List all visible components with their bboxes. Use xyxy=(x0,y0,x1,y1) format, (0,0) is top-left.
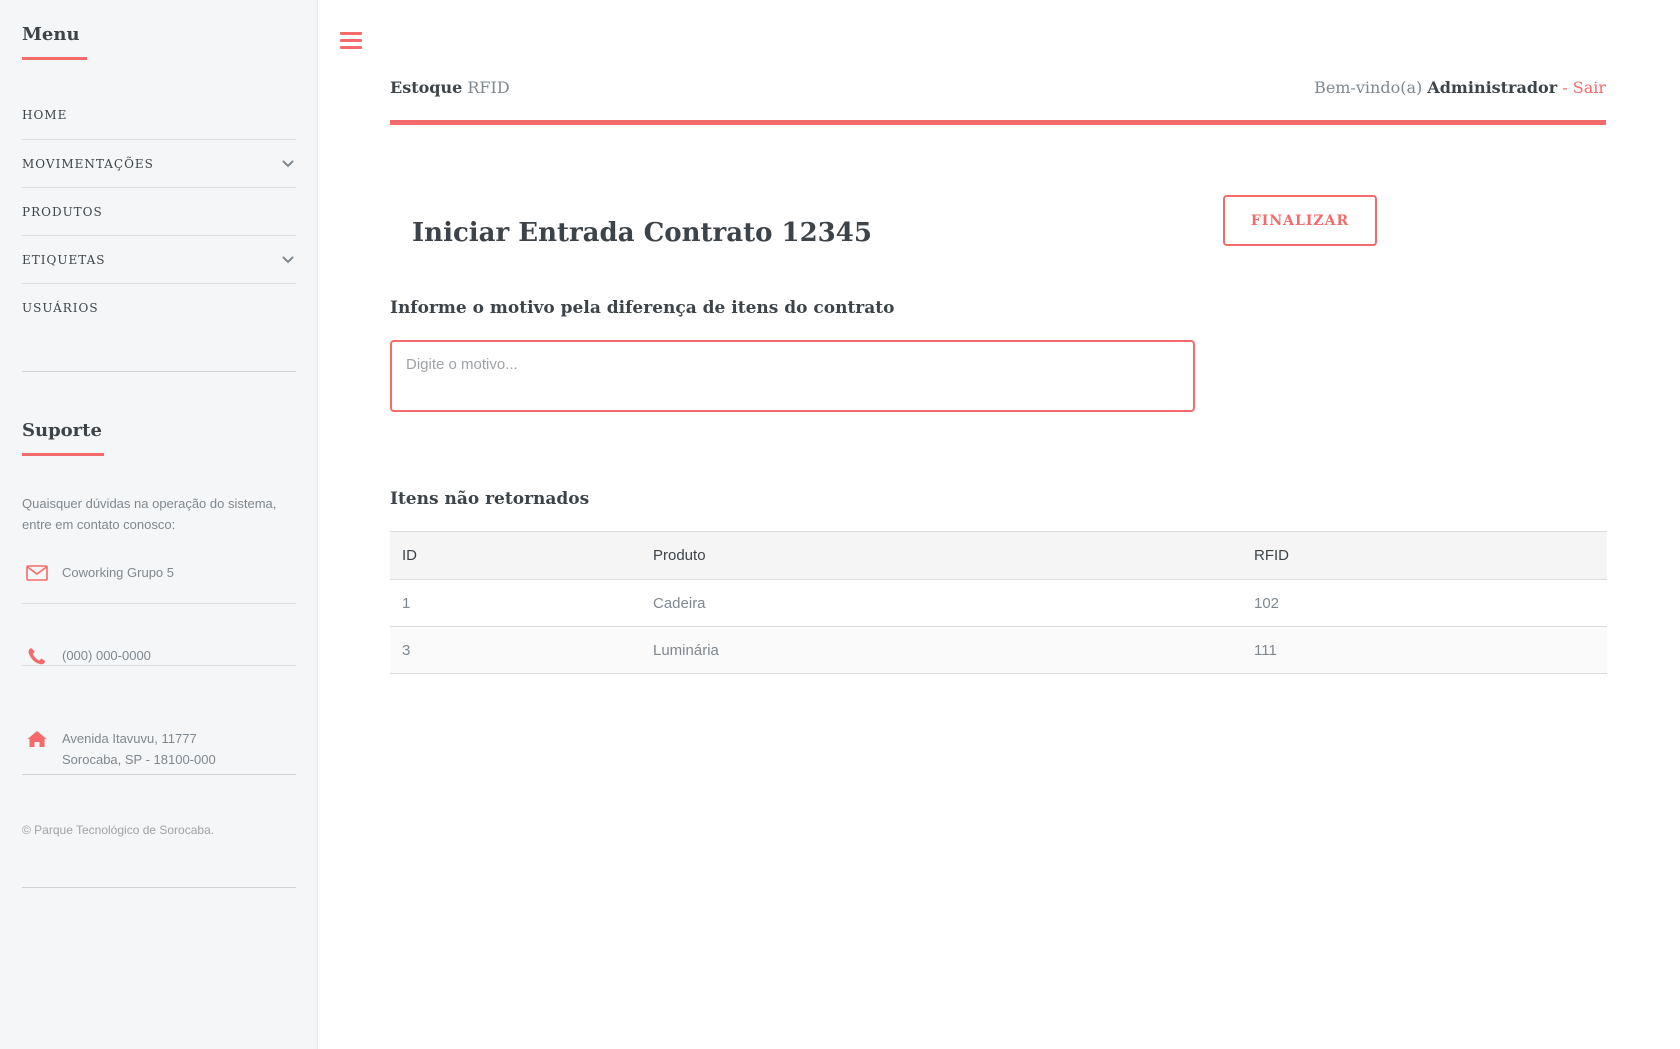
welcome-text: Bem-vindo(a) xyxy=(1314,78,1423,97)
chevron-down-icon xyxy=(282,159,294,167)
support-title: Suporte xyxy=(22,420,102,441)
cell-id: 3 xyxy=(390,626,641,674)
sidebar-menu: HOME MOVIMENTAÇÕES PRODUTOS ETIQUETAS US… xyxy=(22,91,296,331)
logout-link[interactable]: Sair xyxy=(1573,78,1606,97)
column-header-id: ID xyxy=(390,531,641,580)
reason-label: Informe o motivo pela diferença de itens… xyxy=(390,298,895,318)
brand-logo[interactable]: Estoque RFID xyxy=(390,78,510,97)
items-table: ID Produto RFID 1 Cadeira 102 3 Luminári… xyxy=(390,531,1607,674)
sidebar-item-usuarios[interactable]: USUÁRIOS xyxy=(22,283,296,331)
sidebar-divider xyxy=(22,371,296,372)
cell-id: 1 xyxy=(390,579,641,627)
chevron-down-icon xyxy=(282,255,294,263)
column-header-produto: Produto xyxy=(641,531,1242,580)
contact-address-line1: Avenida Itavuvu, 11777 xyxy=(62,731,197,746)
table-header-row: ID Produto RFID xyxy=(390,531,1607,580)
cell-rfid: 111 xyxy=(1242,626,1607,674)
contact-phone: (000) 000-0000 xyxy=(22,645,296,666)
sidebar-divider xyxy=(22,774,296,775)
phone-icon xyxy=(28,648,45,665)
brand-light: RFID xyxy=(467,78,510,97)
menu-toggle-icon[interactable] xyxy=(340,32,362,52)
brand-bold: Estoque xyxy=(390,78,463,97)
contact-divider xyxy=(22,665,296,666)
sidebar-item-etiquetas[interactable]: ETIQUETAS xyxy=(22,235,296,283)
support-text: Quaisquer dúvidas na operação do sistema… xyxy=(22,496,277,532)
sidebar-divider xyxy=(22,887,296,888)
support-title-underline xyxy=(22,453,104,456)
menu-title-underline xyxy=(22,57,87,60)
contact-email-text: Coworking Grupo 5 xyxy=(62,565,174,580)
page-header: Estoque RFID Bem-vindo(a) Administrador … xyxy=(390,74,1606,125)
sidebar-item-home[interactable]: HOME xyxy=(22,91,296,139)
contact-address: Avenida Itavuvu, 11777 Sorocaba, SP - 18… xyxy=(22,728,296,770)
sidebar: Menu HOME MOVIMENTAÇÕES PRODUTOS ETIQUET… xyxy=(0,0,318,1049)
contact-address-line2: Sorocaba, SP - 18100-000 xyxy=(62,752,216,767)
page-title: Iniciar Entrada Contrato 12345 xyxy=(412,218,872,248)
cell-produto: Cadeira xyxy=(641,579,1242,627)
sidebar-item-label: HOME xyxy=(22,108,68,122)
contact-divider xyxy=(22,603,296,604)
sidebar-item-movimentacoes[interactable]: MOVIMENTAÇÕES xyxy=(22,139,296,187)
logout-separator: - xyxy=(1562,78,1568,97)
user-name: Administrador xyxy=(1427,78,1558,97)
menu-section: Menu xyxy=(22,24,296,60)
contact-email: Coworking Grupo 5 xyxy=(22,562,296,583)
sidebar-item-label: USUÁRIOS xyxy=(22,300,99,315)
table-row: 3 Luminária 111 xyxy=(390,626,1607,674)
finalize-button[interactable]: FINALIZAR xyxy=(1223,195,1377,246)
cell-rfid: 102 xyxy=(1242,579,1607,627)
home-icon xyxy=(27,731,47,747)
sidebar-item-label: MOVIMENTAÇÕES xyxy=(22,156,154,171)
contact-phone-text: (000) 000-0000 xyxy=(62,648,151,663)
sidebar-item-label: PRODUTOS xyxy=(22,204,103,219)
envelope-icon xyxy=(26,565,48,581)
column-header-rfid: RFID xyxy=(1242,531,1607,580)
welcome-message: Bem-vindo(a) Administrador - Sair xyxy=(1314,78,1606,97)
sidebar-item-produtos[interactable]: PRODUTOS xyxy=(22,187,296,235)
support-section: Suporte xyxy=(22,420,296,456)
copyright: © Parque Tecnológico de Sorocaba. xyxy=(22,823,215,837)
table-title: Itens não retornados xyxy=(390,489,590,509)
table-row: 1 Cadeira 102 xyxy=(390,579,1607,627)
sidebar-item-label: ETIQUETAS xyxy=(22,252,106,267)
cell-produto: Luminária xyxy=(641,626,1242,674)
menu-title: Menu xyxy=(22,24,80,45)
reason-input[interactable] xyxy=(390,340,1195,412)
